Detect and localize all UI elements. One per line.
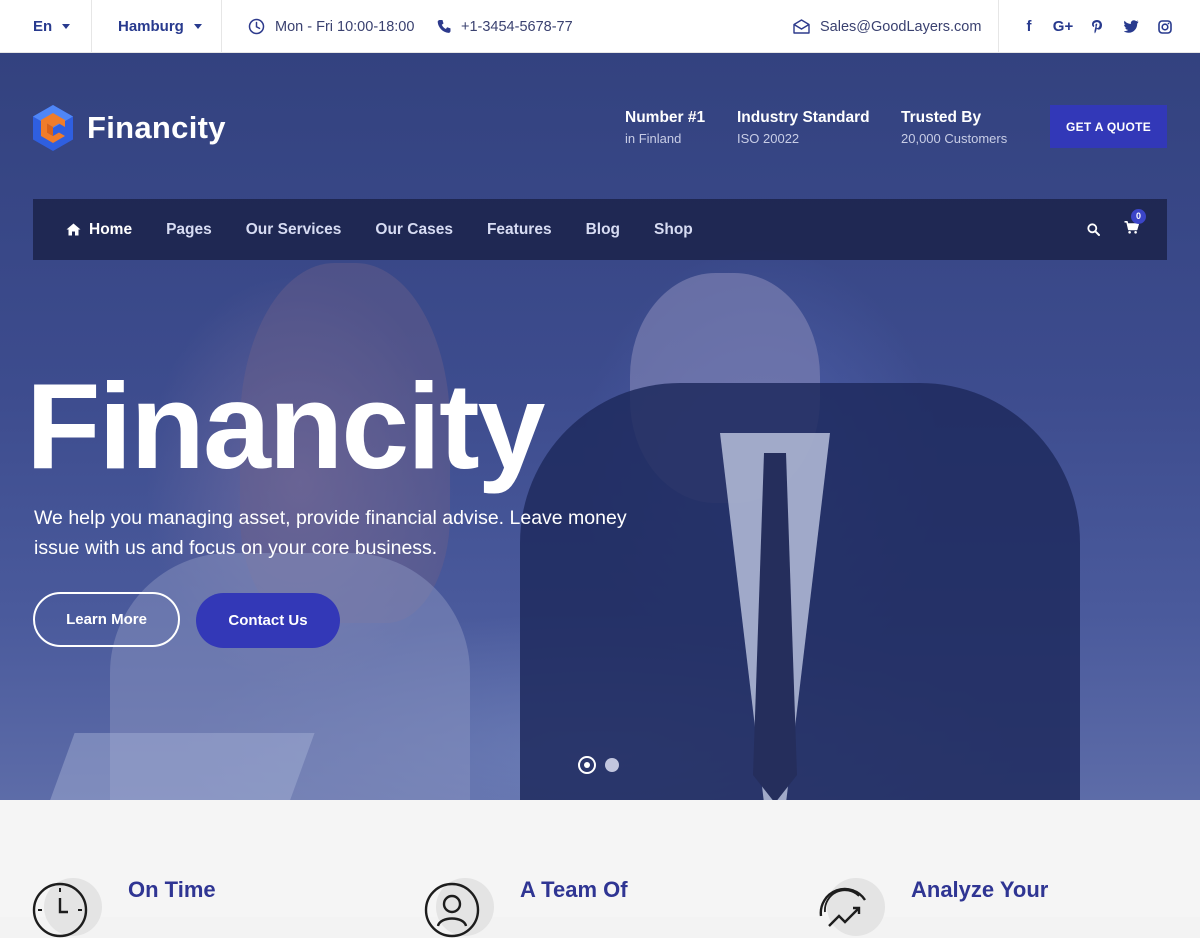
feature-icon-wrap <box>32 878 102 938</box>
header-stat: Trusted By 20,000 Customers <box>901 109 1007 146</box>
logo-icon <box>33 105 73 151</box>
facebook-icon[interactable]: f <box>1012 18 1046 35</box>
learn-more-button[interactable]: Learn More <box>33 592 180 647</box>
stat-subtitle: 20,000 Customers <box>901 131 1008 146</box>
top-bar: En Hamburg Mon - Fri 10:00-18:00 +1-3454… <box>0 0 1200 53</box>
feature-title: Analyze Your <box>911 877 1049 902</box>
envelope-icon <box>793 19 810 34</box>
chart-icon <box>819 887 867 927</box>
nav-icons: 0 <box>1087 199 1146 260</box>
cart-button[interactable]: 0 <box>1124 208 1146 239</box>
slider-dot-2[interactable] <box>605 758 619 772</box>
hero-text: We help you managing asset, provide fina… <box>34 507 627 559</box>
team-icon <box>424 882 480 938</box>
feature-title: A Team Of <box>520 877 628 902</box>
slider-dot-1[interactable] <box>578 756 596 774</box>
clock-icon <box>32 882 88 938</box>
main-nav: Home Pages Our Services Our Cases Featur… <box>33 199 1167 260</box>
stat-subtitle: ISO 20022 <box>737 131 800 146</box>
nav-item-our-services[interactable]: Our Services <box>246 221 342 239</box>
get-a-quote-button[interactable]: GET A QUOTE <box>1050 105 1167 148</box>
stat-title: Industry Standard <box>737 109 870 126</box>
hero-title: Financity <box>26 358 546 494</box>
hero-section: Financity Number #1 in Finland Industry … <box>0 53 1200 800</box>
social-links: f G+ <box>1012 0 1182 53</box>
google-plus-icon[interactable]: G+ <box>1046 18 1080 35</box>
hours-text: Mon - Fri 10:00-18:00 <box>275 18 415 35</box>
phone-icon <box>437 20 451 33</box>
hero-photo-laptop <box>45 733 315 800</box>
search-icon[interactable] <box>1087 223 1100 236</box>
chevron-down-icon <box>193 23 202 29</box>
home-icon <box>66 223 81 236</box>
nav-item-home[interactable]: Home <box>66 221 132 239</box>
language-label: En <box>33 17 53 35</box>
nav-item-pages[interactable]: Pages <box>166 221 212 239</box>
feature-item: Analyze Your <box>815 877 1111 938</box>
nav-item-features[interactable]: Features <box>487 221 552 239</box>
feature-icon-wrap <box>424 878 494 938</box>
twitter-icon[interactable] <box>1114 20 1148 33</box>
contact-us-button[interactable]: Contact Us <box>196 593 340 648</box>
feature-item: On Time <box>32 877 328 938</box>
language-selector[interactable]: En <box>0 0 92 53</box>
slider-dots <box>578 756 628 774</box>
nav-item-blog[interactable]: Blog <box>586 221 620 239</box>
phone-number[interactable]: +1-3454-5678-77 <box>437 0 573 53</box>
stat-title: Trusted By <box>901 109 982 126</box>
pinterest-icon[interactable] <box>1080 19 1114 34</box>
header-stat: Number #1 in Finland <box>625 109 705 146</box>
header-stat: Industry Standard ISO 20022 <box>737 109 870 146</box>
nav-item-our-cases[interactable]: Our Cases <box>375 221 453 239</box>
site-logo[interactable]: Financity <box>33 105 226 151</box>
feature-icon-wrap <box>815 878 885 938</box>
divider <box>998 0 999 53</box>
feature-title: On Time <box>128 877 216 902</box>
feature-item: A Team Of <box>424 877 720 938</box>
opening-hours: Mon - Fri 10:00-18:00 <box>248 0 414 53</box>
stat-title: Number #1 <box>625 109 706 126</box>
features-section: On Time A Team Of Analyze Your <box>0 800 1200 938</box>
city-selector[interactable]: Hamburg <box>92 0 222 53</box>
logo-text: Financity <box>87 110 226 145</box>
city-label: Hamburg <box>118 17 184 35</box>
email-link[interactable]: Sales@GoodLayers.com <box>793 0 981 53</box>
email-text: Sales@GoodLayers.com <box>820 18 982 35</box>
clock-icon <box>248 18 265 35</box>
stat-subtitle: in Finland <box>625 131 682 146</box>
nav-label: Home <box>89 220 133 238</box>
nav-item-shop[interactable]: Shop <box>654 221 693 239</box>
chevron-down-icon <box>62 23 71 29</box>
instagram-icon[interactable] <box>1148 19 1182 34</box>
cart-count-badge: 0 <box>1131 208 1146 224</box>
phone-text: +1-3454-5678-77 <box>461 18 573 35</box>
